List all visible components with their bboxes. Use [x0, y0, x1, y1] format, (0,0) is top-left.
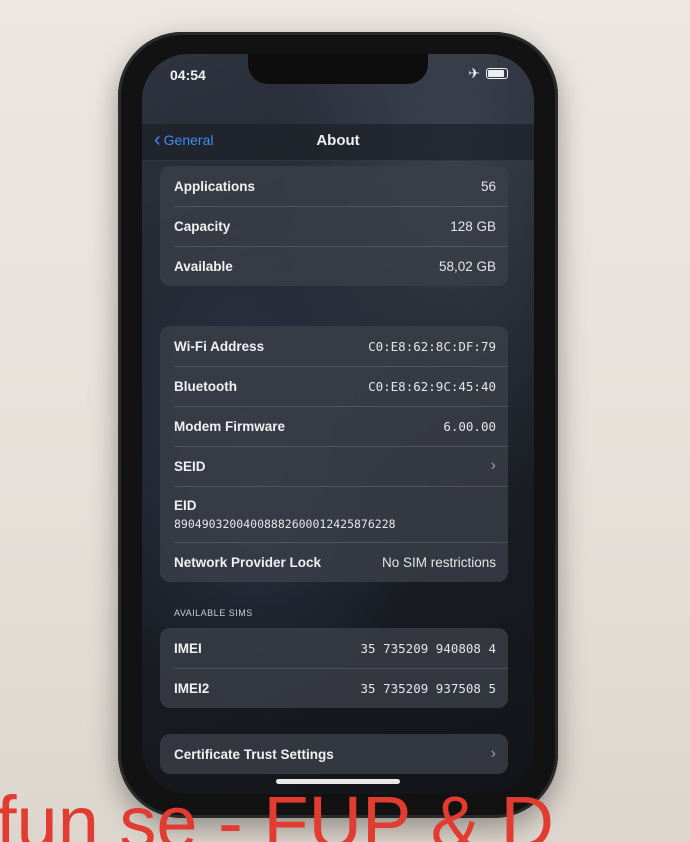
row-label: IMEI	[174, 640, 202, 656]
modem-firmware-row: Modem Firmware 6.00.00	[160, 406, 508, 446]
row-value: 35 735209 937508 5	[360, 680, 496, 696]
row-value: 58,02 GB	[438, 258, 496, 274]
bluetooth-row: Bluetooth C0:E8:62:9C:45:40	[160, 366, 508, 406]
certificate-group: Certificate Trust Settings ›	[160, 734, 508, 774]
row-label: SEID	[174, 458, 206, 474]
row-value: 6.00.00	[443, 418, 496, 434]
watermark-text: fun se - FUP & D	[0, 781, 554, 842]
imei-row: IMEI 35 735209 940808 4	[160, 628, 508, 668]
network-group: Wi-Fi Address C0:E8:62:8C:DF:79 Bluetoot…	[160, 326, 508, 582]
photo-scene: 04:54 ✈ ‹ General About Applications 56	[0, 0, 690, 842]
row-label: Capacity	[174, 218, 231, 234]
airplane-mode-icon: ✈	[468, 65, 480, 81]
row-value: 35 735209 940808 4	[360, 640, 496, 656]
row-label: Certificate Trust Settings	[174, 746, 334, 762]
chevron-right-icon: ›	[490, 457, 496, 474]
available-row: Available 58,02 GB	[160, 246, 508, 286]
navigation-bar: ‹ General About	[142, 124, 534, 161]
status-time: 04:54	[170, 67, 206, 83]
eid-row: EID 89049032004008882600012425876228	[160, 486, 508, 542]
phone-screen: 04:54 ✈ ‹ General About Applications 56	[142, 54, 534, 794]
row-label: Modem Firmware	[174, 418, 286, 434]
row-value: C0:E8:62:9C:45:40	[368, 378, 496, 394]
row-label: Wi-Fi Address	[174, 338, 265, 354]
row-value: No SIM restrictions	[381, 554, 496, 570]
eid-value: 89049032004008882600012425876228	[174, 516, 396, 531]
status-icons: ✈	[468, 65, 508, 82]
battery-icon	[486, 68, 508, 79]
row-value: 56	[480, 178, 496, 194]
page-title: About	[316, 132, 360, 149]
row-label: Applications	[174, 178, 256, 194]
available-sims-header: AVAILABLE SIMS	[174, 608, 253, 618]
sims-group: IMEI 35 735209 940808 4 IMEI2 35 735209 …	[160, 628, 508, 708]
notch	[248, 54, 428, 84]
wifi-address-row: Wi-Fi Address C0:E8:62:8C:DF:79	[160, 326, 508, 366]
iphone-device: 04:54 ✈ ‹ General About Applications 56	[118, 32, 558, 818]
row-label: IMEI2	[174, 680, 210, 696]
imei2-row: IMEI2 35 735209 937508 5	[160, 668, 508, 708]
applications-row: Applications 56	[160, 166, 508, 206]
network-provider-lock-row: Network Provider Lock No SIM restriction…	[160, 542, 508, 582]
row-label: EID	[174, 497, 197, 513]
storage-group: Applications 56 Capacity 128 GB Availabl…	[160, 166, 508, 286]
certificate-trust-settings-row[interactable]: Certificate Trust Settings ›	[160, 734, 508, 774]
row-label: Available	[174, 258, 233, 274]
capacity-row: Capacity 128 GB	[160, 206, 508, 246]
chevron-right-icon: ›	[490, 745, 496, 762]
seid-row[interactable]: SEID ›	[160, 446, 508, 486]
row-value: C0:E8:62:8C:DF:79	[368, 338, 496, 354]
row-label: Bluetooth	[174, 378, 237, 394]
row-label: Network Provider Lock	[174, 554, 322, 570]
row-value: 128 GB	[450, 218, 496, 234]
